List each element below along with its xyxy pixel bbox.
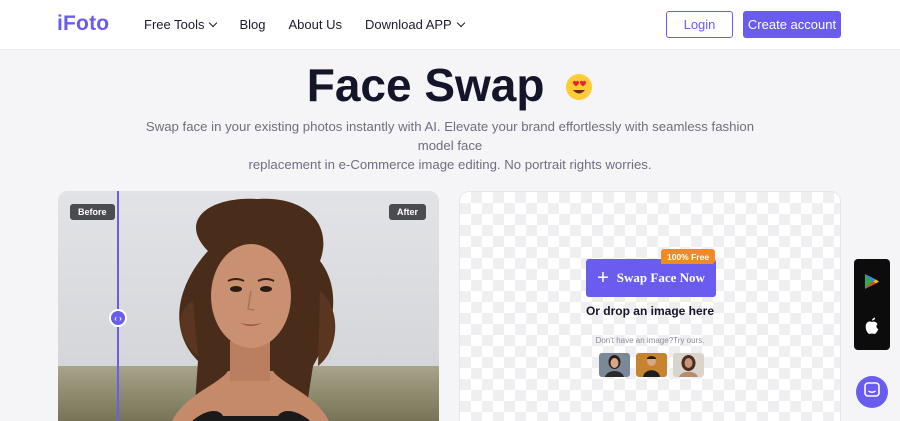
swap-face-now-label: Swap Face Now [616,270,705,285]
create-account-button[interactable]: Create account [743,11,841,38]
nav-about-us-label: About Us [288,17,342,32]
heart-eyes-emoji-icon [565,58,593,112]
google-play-icon[interactable] [864,273,880,295]
before-after-comparison[interactable]: ‹ › Before After [58,191,439,421]
free-badge: 100% Free [661,249,716,264]
nav-blog[interactable]: Blog [239,17,265,32]
sample-image-1[interactable] [599,353,630,377]
chat-icon [864,381,880,403]
nav-free-tools[interactable]: Free Tools [144,17,218,32]
page-title-text: Face Swap [306,59,545,111]
before-badge: Before [70,204,115,220]
page-subtitle: Swap face in your existing photos instan… [130,117,770,174]
plus-icon: + [597,267,609,289]
sample-images [599,353,704,377]
nav-download-app[interactable]: Download APP [364,17,465,32]
app-download-bar [854,259,890,350]
chat-support-button[interactable] [856,376,888,408]
chevron-down-icon [209,18,218,27]
nav-download-app-label: Download APP [364,17,452,32]
chevron-down-icon [456,18,465,27]
after-badge: After [388,204,426,220]
sample-image-3[interactable] [673,353,704,377]
login-button[interactable]: Login [666,11,733,38]
page-subtitle-line2: replacement in e-Commerce image editing.… [248,157,652,172]
page-subtitle-line1: Swap face in your existing photos instan… [145,119,755,153]
apple-icon[interactable] [864,317,880,340]
try-sample-hint: Don't have an image?Try ours. [595,336,705,345]
portrait-image [58,191,439,421]
logo[interactable]: iFoto [57,12,109,36]
comparison-slider-handle[interactable]: ‹ › [109,309,127,327]
site-header: iFoto Free Tools Blog About Us Download … [0,0,900,50]
swap-face-now-button[interactable]: + Swap Face Now [586,259,716,297]
comparison-divider [117,191,119,421]
nav-about-us[interactable]: About Us [289,17,342,32]
nav-blog-label: Blog [239,17,266,32]
upload-dropzone[interactable]: + Swap Face Now 100% Free Or drop an ima… [459,191,841,421]
sample-image-2[interactable] [636,353,667,377]
nav-free-tools-label: Free Tools [144,17,205,32]
main-nav: Free Tools Blog About Us Download APP [144,17,487,32]
drop-hint: Or drop an image here [585,304,715,318]
page-title: Face Swap [0,58,900,116]
